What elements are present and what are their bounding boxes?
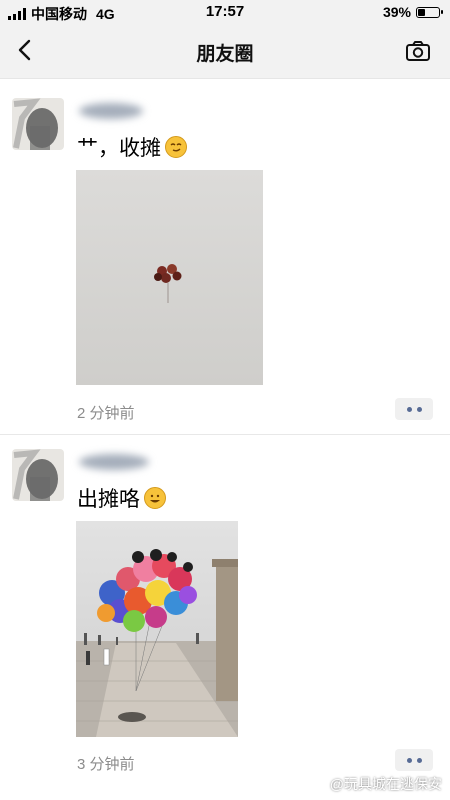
status-right: 39% xyxy=(382,4,443,20)
weibo-icon xyxy=(308,778,325,791)
battery-percent: 39% xyxy=(382,4,411,20)
post-photo[interactable] xyxy=(76,170,263,385)
nav-bar: 朋友圈 xyxy=(0,24,450,79)
avatar[interactable] xyxy=(12,449,64,501)
grin-emoji-icon xyxy=(144,487,166,509)
more-actions-button[interactable] xyxy=(395,749,433,771)
post-time: 2 分钟前 xyxy=(77,405,135,422)
post-time: 3 分钟前 xyxy=(77,756,135,773)
username-blurred xyxy=(79,103,143,119)
watermark-text: @玩具城在逃保安 xyxy=(329,776,442,792)
moment-post: 出摊咯 3 分钟前 xyxy=(0,435,450,775)
status-bar: 中国移动 4G 17:57 39% xyxy=(0,0,450,24)
username-blurred xyxy=(79,454,149,470)
post-photo[interactable] xyxy=(76,521,238,737)
moment-post: 艹，收摊 2 分钟前 xyxy=(0,78,450,434)
watermark: @玩具城在逃保安 xyxy=(308,774,442,794)
post-text: 艹，收摊 xyxy=(77,132,187,162)
battery-fill xyxy=(418,8,425,16)
page-title: 朋友圈 xyxy=(196,44,254,65)
dot-icon xyxy=(406,406,412,412)
dot-icon xyxy=(406,757,412,763)
avatar[interactable] xyxy=(12,98,64,150)
post-text-content: 出摊咯 xyxy=(77,488,140,511)
dot-icon xyxy=(416,406,422,412)
dot-icon xyxy=(416,757,422,763)
post-text: 出摊咯 xyxy=(77,483,166,513)
battery-icon xyxy=(416,6,443,18)
post-text-content: 艹，收摊 xyxy=(77,137,161,160)
smirk-emoji-icon xyxy=(165,136,187,158)
more-actions-button[interactable] xyxy=(395,398,433,420)
camera-icon[interactable] xyxy=(404,37,432,65)
